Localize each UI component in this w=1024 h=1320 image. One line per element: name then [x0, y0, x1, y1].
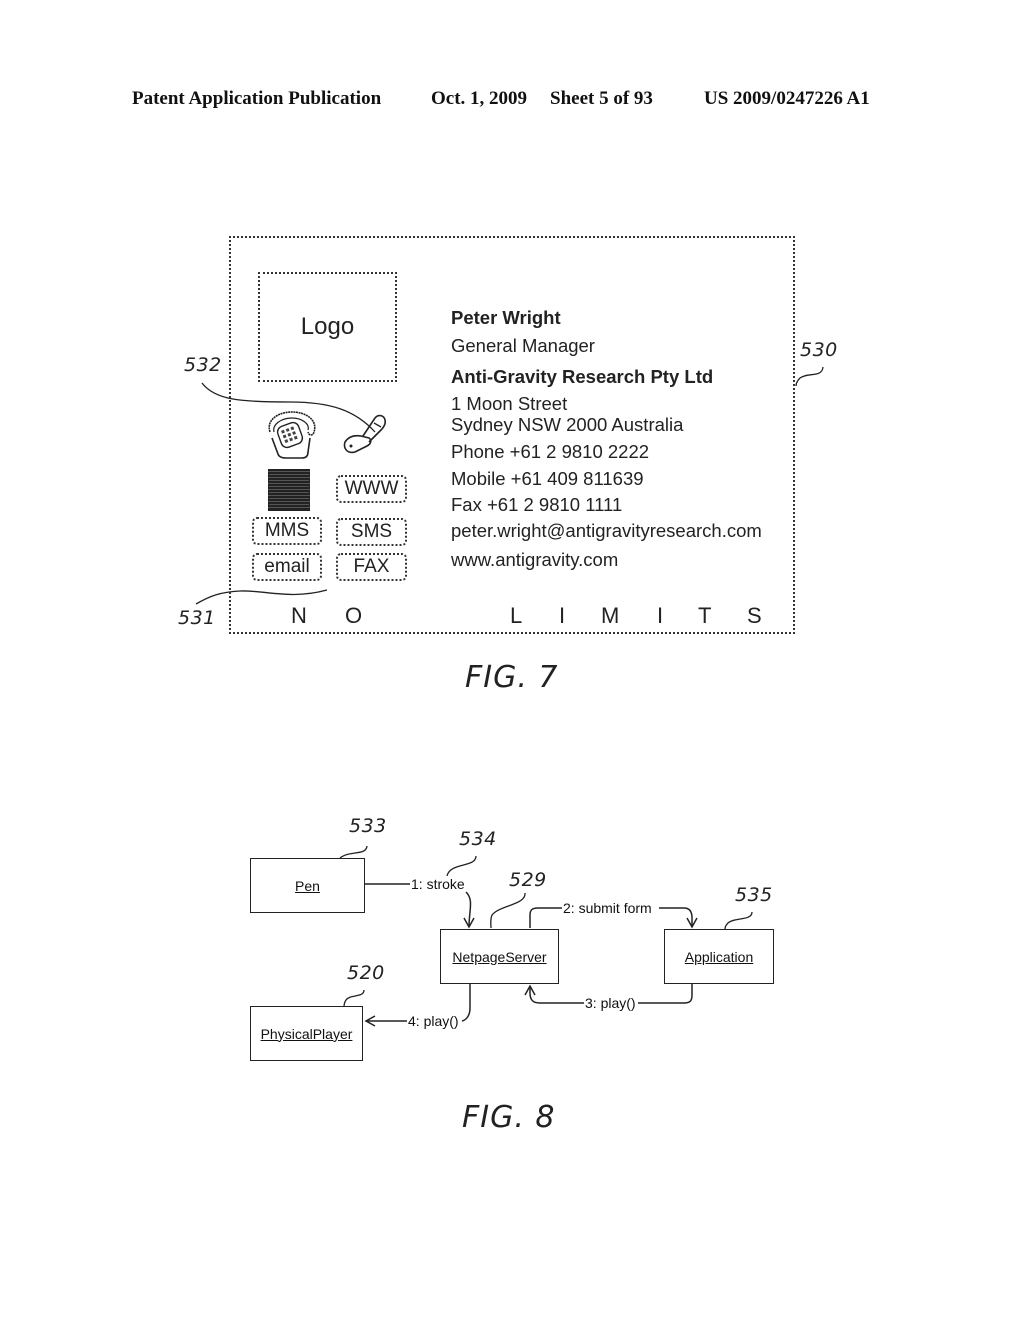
message-stroke: 1: stroke: [410, 876, 466, 892]
leader-520: [343, 989, 365, 1008]
www-button[interactable]: WWW: [336, 475, 407, 503]
object-physical-player: PhysicalPlayer: [250, 1006, 363, 1061]
leader-535: [724, 911, 753, 931]
object-application-label: Application: [684, 948, 754, 965]
contact-company: Anti-Gravity Research Pty Ltd: [451, 366, 714, 387]
object-netpage-server: NetpageServer: [440, 929, 559, 984]
sms-button[interactable]: SMS: [336, 518, 407, 546]
message-play-3: 3: play(): [584, 995, 637, 1011]
tagline-letter: S: [747, 603, 762, 628]
contact-phone: Phone +61 2 9810 2222: [451, 441, 650, 462]
message-play-4: 4: play(): [407, 1013, 460, 1029]
contact-address-line1: 1 Moon Street: [451, 393, 568, 414]
message-submit-form: 2: submit form: [562, 900, 653, 916]
leader-534: [446, 855, 477, 877]
contact-title: General Manager: [451, 335, 595, 356]
contact-website: www.antigravity.com: [451, 549, 619, 570]
tagline-letter: N: [291, 603, 307, 628]
contact-email: peter.wright@antigravityresearch.com: [451, 520, 762, 541]
contact-name: Peter Wright: [451, 307, 561, 328]
ref-label-520: 520: [347, 962, 385, 984]
object-pen: Pen: [250, 858, 365, 913]
mms-button[interactable]: MMS: [252, 517, 322, 545]
barcode-icon[interactable]: [268, 469, 310, 511]
ref-label-531: 531: [178, 607, 216, 629]
object-pen-label: Pen: [295, 877, 320, 894]
email-button[interactable]: email: [252, 553, 322, 581]
tagline-letter: T: [698, 603, 712, 628]
leader-530: [795, 366, 824, 387]
ref-label-530: 530: [800, 339, 838, 361]
contact-address-line2: Sydney NSW 2000 Australia: [451, 414, 684, 435]
arrow-stroke: [463, 891, 475, 929]
leader-533: [339, 845, 368, 859]
tagline-letter: L: [510, 603, 523, 628]
fax-button[interactable]: FAX: [336, 553, 407, 581]
object-application: Application: [664, 929, 774, 984]
leader-529: [490, 892, 526, 929]
object-player-label: PhysicalPlayer: [260, 1025, 353, 1042]
contact-mobile: Mobile +61 409 811639: [451, 468, 644, 489]
tagline-letter: M: [601, 603, 620, 628]
ref-label-529: 529: [509, 869, 547, 891]
contact-fax: Fax +61 2 9810 1111: [451, 494, 623, 515]
figure-caption-8: FIG. 8: [462, 1100, 556, 1135]
figure-caption-7: FIG. 7: [465, 660, 559, 695]
ref-label-532: 532: [184, 354, 222, 376]
tagline-letter: O: [345, 603, 363, 628]
mobile-phone-icon[interactable]: [341, 412, 389, 456]
desk-phone-icon[interactable]: [264, 410, 320, 460]
ref-label-533: 533: [349, 815, 387, 837]
tagline-letter: I: [559, 603, 566, 628]
ref-label-534: 534: [459, 828, 497, 850]
ref-label-535: 535: [735, 884, 773, 906]
tagline-letter: I: [657, 603, 664, 628]
logo-placeholder: Logo: [258, 272, 397, 382]
object-server-label: NetpageServer: [452, 948, 547, 965]
